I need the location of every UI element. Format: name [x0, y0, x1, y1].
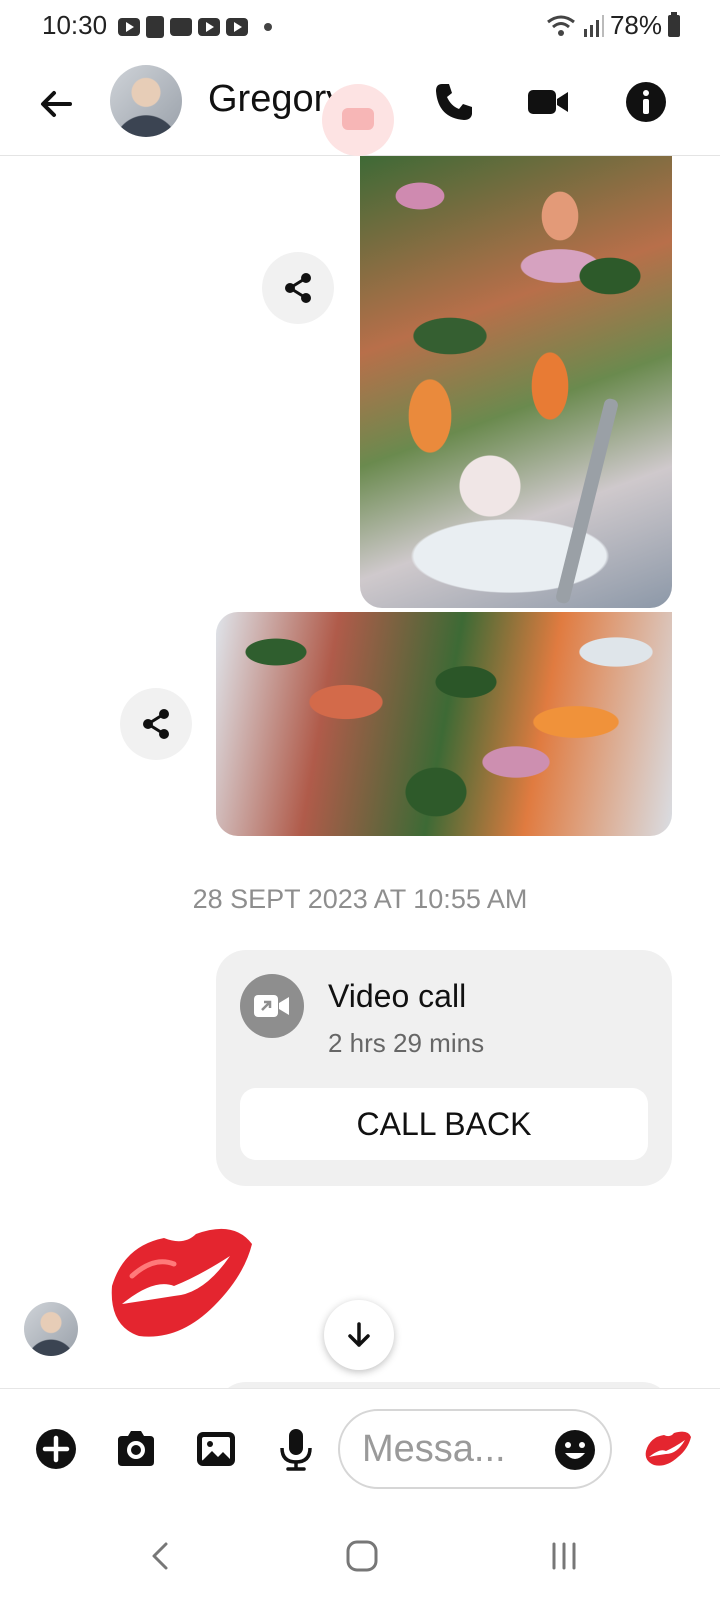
phone-icon[interactable] — [432, 80, 476, 124]
youtube-icon — [198, 18, 220, 36]
signal-icon — [583, 14, 604, 37]
call-title: Video call — [328, 978, 467, 1014]
nav-recent-apps-icon[interactable] — [544, 1536, 584, 1576]
shared-photo-salad-1[interactable] — [360, 156, 672, 608]
messenger-chat-screen: 10:30 78% Gregory 28 SEPT 2023 AT 10:55 … — [0, 0, 720, 1600]
battery-percent: 78% — [609, 10, 662, 40]
video-camera-icon[interactable] — [526, 80, 570, 124]
contact-avatar[interactable] — [110, 65, 182, 137]
sender-avatar[interactable] — [24, 1302, 78, 1356]
status-right: 78% — [546, 10, 680, 41]
shared-photo-salad-2[interactable] — [216, 612, 672, 836]
message-timestamp: 28 SEPT 2023 AT 10:55 AM — [192, 884, 528, 914]
message-composer — [0, 1388, 720, 1510]
status-bar: 10:30 78% — [0, 0, 720, 52]
folder-icon — [170, 18, 192, 36]
arrow-down-icon — [348, 1322, 370, 1347]
kiss-mark-emoji — [111, 1228, 253, 1337]
video-call-icon — [240, 974, 304, 1038]
share-icon — [285, 273, 311, 303]
plus-icon[interactable] — [34, 1427, 78, 1471]
share-button[interactable] — [262, 252, 334, 324]
youtube-icon — [226, 18, 248, 36]
shop-icon — [146, 16, 164, 38]
share-icon — [143, 709, 169, 739]
emoji-icon[interactable] — [554, 1429, 596, 1471]
wifi-icon — [547, 15, 575, 36]
nav-home-icon[interactable] — [342, 1536, 382, 1576]
system-navigation-bar — [0, 1510, 720, 1600]
chat-header: Gregory — [0, 52, 720, 156]
share-button[interactable] — [120, 688, 192, 760]
microphone-icon[interactable] — [274, 1427, 318, 1471]
fork-in-photo — [554, 397, 620, 605]
video-call-card: Video call 2 hrs 29 mins CALL BACK — [216, 950, 672, 1186]
call-back-button[interactable]: CALL BACK — [240, 1088, 648, 1160]
notification-icons — [118, 16, 272, 38]
info-icon[interactable] — [624, 80, 668, 124]
more-notifications-dot — [264, 23, 272, 31]
floating-youtube-icon[interactable] — [322, 84, 394, 156]
gallery-icon[interactable] — [194, 1427, 238, 1471]
back-arrow-icon[interactable] — [36, 84, 76, 124]
status-time: 10:30 — [42, 10, 108, 40]
call-duration: 2 hrs 29 mins — [328, 1028, 485, 1058]
camera-icon[interactable] — [114, 1427, 158, 1471]
scroll-to-bottom-button[interactable] — [324, 1300, 394, 1370]
battery-icon — [668, 11, 680, 37]
nav-back-icon[interactable] — [142, 1536, 182, 1576]
kiss-mark-icon[interactable] — [644, 1427, 692, 1469]
youtube-icon — [118, 18, 140, 36]
